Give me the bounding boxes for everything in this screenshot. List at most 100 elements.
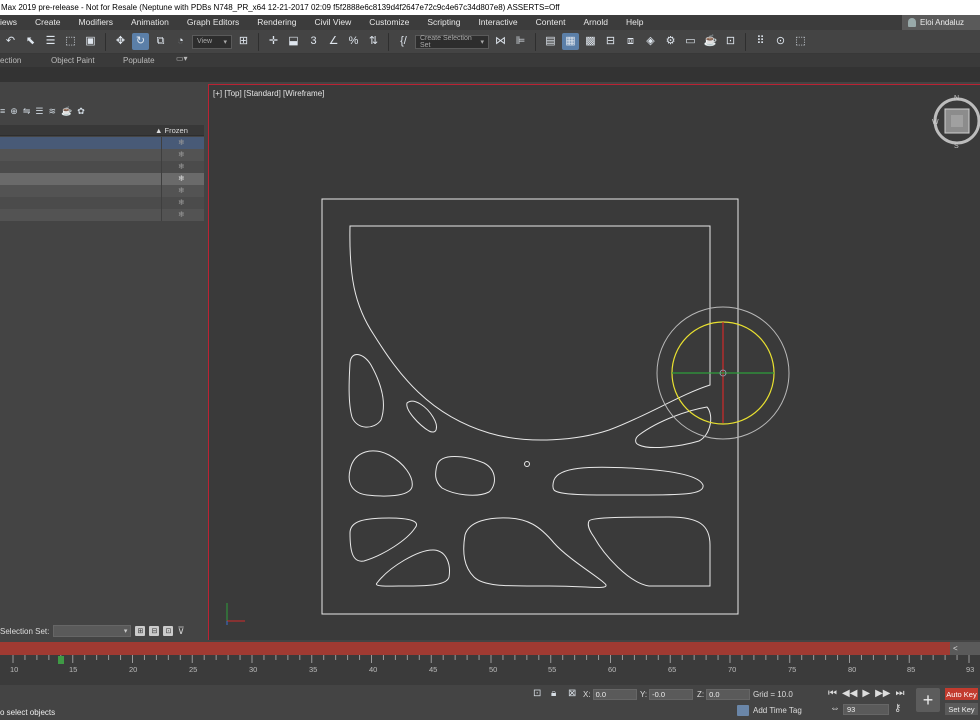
current-frame-field[interactable]: 93 (843, 704, 889, 715)
delete-selection-set-icon[interactable]: ⊟ (149, 626, 160, 636)
layer-row[interactable]: ❄ (0, 149, 204, 161)
arnold-region-icon[interactable]: ⬚ (792, 33, 809, 50)
layer-row[interactable]: ❄ (0, 185, 204, 197)
go-to-start-icon[interactable]: ⏮ (828, 688, 837, 699)
user-account-button[interactable]: Eloi Andaluz (902, 15, 980, 30)
layer-row[interactable]: ❄ (0, 161, 204, 173)
layer-row[interactable]: ❄ (0, 197, 204, 209)
snap-toggle-icon[interactable]: 3 (305, 33, 322, 50)
spinner-snap-icon[interactable]: ⇅ (365, 33, 382, 50)
z-coordinate-field[interactable]: 0.0 (706, 689, 751, 700)
add-time-tag-button[interactable]: Add Time Tag (737, 705, 802, 716)
menu-customize[interactable]: Customize (360, 15, 418, 30)
render-setup-icon[interactable]: ⚙ (662, 33, 679, 50)
go-to-end-icon[interactable]: ⏭ (895, 688, 904, 699)
reference-coordinate-dropdown[interactable]: View ▾ (192, 34, 232, 49)
menu-create[interactable]: Create (26, 15, 70, 30)
move-icon[interactable]: ✥ (112, 33, 129, 50)
menu-arnold[interactable]: Arnold (574, 15, 617, 30)
time-slider[interactable]: < (0, 642, 980, 655)
menu-help[interactable]: Help (617, 15, 652, 30)
schematic-view-icon[interactable]: ⧈ (622, 33, 639, 50)
menu-modifiers[interactable]: Modifiers (70, 15, 122, 30)
y-coordinate-field[interactable]: -0.0 (649, 689, 694, 700)
frozen-snowflake-icon[interactable]: ❄ (178, 185, 185, 197)
save-selection-set-icon[interactable]: ⊞ (135, 626, 146, 636)
select-manipulate-icon[interactable]: ✛ (265, 33, 282, 50)
frozen-snowflake-icon[interactable]: ❄ (178, 197, 185, 209)
menu-content[interactable]: Content (527, 15, 575, 30)
time-slider-prev-icon[interactable]: < (953, 642, 958, 655)
undo-icon[interactable]: ↶ (2, 33, 19, 50)
filter-icon[interactable]: ⊽ (177, 626, 184, 637)
spline-small-slanted-oval[interactable] (406, 400, 437, 433)
spline-left-blob[interactable] (348, 450, 413, 497)
previous-frame-icon[interactable]: ◀◀ (842, 688, 857, 699)
place-icon[interactable]: ◔ (172, 33, 189, 50)
pivot-center-icon[interactable]: ⊞ (235, 33, 252, 50)
teapot-icon[interactable]: ☕ (61, 106, 72, 117)
select-layer-icon[interactable]: ☰ (35, 106, 43, 117)
mirror-icon[interactable]: ⋈ (492, 33, 509, 50)
keyframe-marker[interactable] (58, 656, 64, 664)
track-bar[interactable]: 10 15 20 25 30 35 40 45 50 55 60 65 70 7… (0, 655, 980, 685)
arnold-grid-icon[interactable]: ⠿ (752, 33, 769, 50)
render-production-icon[interactable]: ☕ (702, 33, 719, 50)
frozen-snowflake-icon[interactable]: ❄ (178, 173, 185, 185)
menu-views[interactable]: iews (0, 15, 26, 30)
menu-civil-view[interactable]: Civil View (306, 15, 361, 30)
key-filters-icon[interactable]: ⚷ (894, 703, 901, 714)
angle-snap-icon[interactable]: ∠ (325, 33, 342, 50)
toggle-ribbon-icon[interactable]: ▩ (582, 33, 599, 50)
select-set-icon[interactable]: ⊡ (163, 626, 174, 636)
spline-bottom-left-shape[interactable] (349, 517, 417, 562)
layer-icon[interactable]: ≡ (0, 106, 5, 117)
isolate-selection-icon[interactable]: ⊡ (533, 688, 541, 699)
toggle-scene-explorer-icon[interactable]: ▤ (542, 33, 559, 50)
rendered-frame-window-icon[interactable]: ▭ (682, 33, 699, 50)
frozen-snowflake-icon[interactable]: ❄ (178, 209, 185, 221)
spline-center-blob[interactable] (435, 456, 495, 496)
absolute-mode-icon[interactable]: ⊠ (568, 688, 576, 699)
add-to-layer-icon[interactable]: ⇋ (23, 106, 31, 117)
selection-lock-icon[interactable]: 🔒︎ (551, 688, 556, 699)
ribbon-tab-object-paint[interactable]: Object Paint (51, 56, 95, 65)
select-object-icon[interactable]: ⬉ (22, 33, 39, 50)
menu-animation[interactable]: Animation (122, 15, 178, 30)
spline-right-elongated[interactable] (552, 466, 704, 496)
menu-scripting[interactable]: Scripting (418, 15, 469, 30)
keyboard-shortcut-icon[interactable]: ⬓ (285, 33, 302, 50)
select-by-name-icon[interactable]: ☰ (42, 33, 59, 50)
ribbon-tab-populate[interactable]: Populate (123, 56, 155, 65)
key-mode-toggle-icon[interactable]: ⇔ (830, 703, 840, 714)
x-coordinate-field[interactable]: 0.0 (592, 689, 637, 700)
align-icon[interactable]: ⊫ (512, 33, 529, 50)
spline-bottom-right-shape[interactable] (587, 516, 711, 587)
percent-snap-icon[interactable]: % (345, 33, 362, 50)
menu-graph-editors[interactable]: Graph Editors (178, 15, 248, 30)
frozen-snowflake-icon[interactable]: ❄ (178, 161, 185, 173)
rotate-icon[interactable]: ↻ (132, 33, 149, 50)
arnold-render-icon[interactable]: ⊙ (772, 33, 789, 50)
next-frame-icon[interactable]: ▶▶ (875, 688, 890, 699)
spline-center-dot[interactable] (524, 461, 530, 467)
set-key-button[interactable]: Set Key (945, 703, 978, 715)
auto-key-button[interactable]: Auto Key (945, 688, 978, 700)
spline-bottom-small-shape[interactable] (375, 549, 450, 587)
layer-row[interactable]: ❄ (0, 209, 204, 221)
ribbon-tab-selection[interactable]: ection (0, 56, 21, 65)
frozen-snowflake-icon[interactable]: ❄ (178, 137, 185, 149)
edit-named-selection-icon[interactable]: {/ (395, 33, 412, 50)
layer-row[interactable]: ❄ (0, 173, 204, 185)
selection-set-dropdown[interactable]: ▾ (53, 625, 132, 637)
region-select-icon[interactable]: ⬚ (62, 33, 79, 50)
viewport-top[interactable]: [+] [Top] [Standard] [Wireframe] N W S (208, 84, 980, 640)
material-editor-icon[interactable]: ◈ (642, 33, 659, 50)
named-selection-set-dropdown[interactable]: Create Selection Set ▾ (415, 34, 489, 49)
spline-outer-frame[interactable] (321, 198, 739, 615)
layer-stack-icon[interactable]: ≋ (48, 106, 56, 117)
column-header-frozen[interactable]: ▲ Frozen (155, 125, 188, 136)
layer-row[interactable]: ❄ (0, 137, 204, 149)
layer-options-icon[interactable]: ✿ (77, 106, 85, 117)
play-icon[interactable]: ▶ (862, 688, 870, 699)
